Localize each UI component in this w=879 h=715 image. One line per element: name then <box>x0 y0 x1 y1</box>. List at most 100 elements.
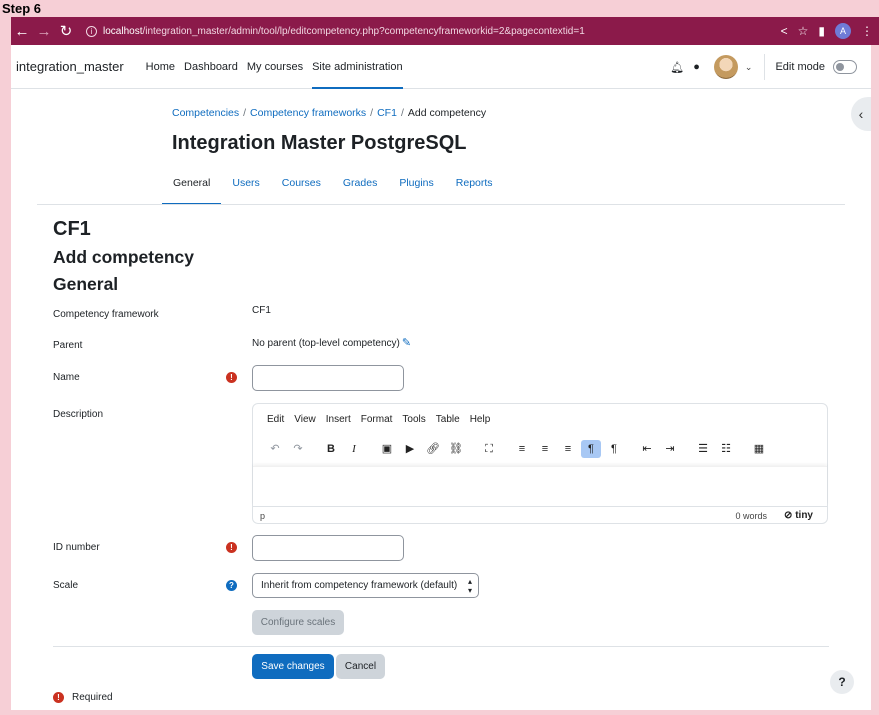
menu-tools[interactable]: Tools <box>402 414 425 425</box>
bookmark-star-icon[interactable]: ☆ <box>798 24 809 38</box>
description-editor: Edit View Insert Format Tools Table Help… <box>252 403 828 524</box>
address-bar[interactable]: i localhost/integration_master/admin/too… <box>86 21 766 41</box>
configure-scales-button[interactable]: Configure scales <box>252 610 344 635</box>
save-changes-button[interactable]: Save changes <box>252 654 334 679</box>
link-icon[interactable]: 🔗︎ <box>423 440 443 458</box>
name-input[interactable] <box>252 365 404 391</box>
breadcrumb: Competencies / Competency frameworks / CF1/A… <box>172 107 487 119</box>
add-competency-heading: Add competency <box>53 247 194 267</box>
menu-format[interactable]: Format <box>361 414 393 425</box>
parent-row: No parent (top-level competency) ✎ <box>252 336 411 349</box>
tab-courses[interactable]: Courses <box>271 165 332 205</box>
tabs-divider <box>37 204 845 205</box>
site-info-icon[interactable]: i <box>86 25 97 37</box>
side-panel-icon[interactable]: ▮ <box>818 24 825 38</box>
help-icon[interactable]: ? <box>226 580 237 591</box>
align-left-icon[interactable]: ≡ <box>512 440 532 458</box>
scale-label: Scale <box>53 580 79 591</box>
bold-icon[interactable]: B <box>321 440 341 458</box>
rtl-icon[interactable]: ¶ <box>604 440 624 458</box>
menu-insert[interactable]: Insert <box>326 414 351 425</box>
tab-reports[interactable]: Reports <box>445 165 504 205</box>
cancel-button[interactable]: Cancel <box>336 654 385 679</box>
parent-value: No parent (top-level competency) <box>252 338 400 349</box>
breadcrumb-current: Add competency <box>407 107 487 119</box>
back-icon[interactable]: ← <box>11 23 33 40</box>
chevron-down-icon[interactable]: ⌄ <box>745 62 753 73</box>
edit-mode-label: Edit mode <box>775 61 825 73</box>
ltr-icon[interactable]: ¶ <box>581 440 601 458</box>
messages-icon[interactable]: ● <box>693 61 700 73</box>
nav-my-courses[interactable]: My courses <box>247 45 303 89</box>
fullscreen-icon[interactable]: ⛶ <box>479 440 499 458</box>
menu-view[interactable]: View <box>294 414 316 425</box>
name-label: Name <box>53 372 80 383</box>
editor-content-area[interactable] <box>253 466 827 506</box>
url-host: localhost <box>103 25 143 37</box>
scale-select[interactable]: Inherit from competency framework (defau… <box>252 573 479 598</box>
required-icon: ! <box>53 692 64 703</box>
url-path: /integration_master/admin/tool/lp/editco… <box>142 25 585 37</box>
scale-select-value: Inherit from competency framework (defau… <box>261 580 458 591</box>
nav-site-administration[interactable]: Site administration <box>312 45 403 89</box>
user-avatar[interactable] <box>713 55 738 79</box>
reload-icon[interactable]: ↻ <box>55 22 77 40</box>
numbered-list-icon[interactable]: ☷ <box>716 440 736 458</box>
breadcrumb-competencies[interactable]: Competencies <box>172 107 239 119</box>
share-icon[interactable]: < <box>781 24 788 38</box>
editor-toolbar: ↶ ↷ B I ▣ ▶ 🔗︎ ⛓ ⛶ ≡ ≡ ≡ ¶ ¶ ⇤ ⇥ ☰ ☷ ▦ <box>265 439 772 459</box>
calculator-icon[interactable]: ▦ <box>749 440 769 458</box>
step-label: Step 6 <box>2 1 42 16</box>
idnumber-label: ID number <box>53 542 100 553</box>
notification-bell-icon[interactable]: 🔔︎ <box>670 61 684 74</box>
page-title: Integration Master PostgreSQL <box>172 132 467 154</box>
framework-label: Competency framework <box>53 309 159 320</box>
bullet-list-icon[interactable]: ☰ <box>693 440 713 458</box>
browser-profile-avatar[interactable]: A <box>835 23 851 39</box>
framework-heading: CF1 <box>53 218 91 240</box>
unlink-icon[interactable]: ⛓ <box>446 440 466 458</box>
page: integration_master Home Dashboard My cou… <box>11 45 871 710</box>
undo-icon[interactable]: ↶ <box>265 440 285 458</box>
top-navbar: integration_master Home Dashboard My cou… <box>11 45 871 89</box>
framework-value: CF1 <box>252 305 271 316</box>
menu-help[interactable]: Help <box>470 414 491 425</box>
tab-grades[interactable]: Grades <box>332 165 388 205</box>
idnumber-input[interactable] <box>252 535 404 561</box>
edit-mode-toggle[interactable] <box>833 60 857 74</box>
media-icon[interactable]: ▶ <box>400 440 420 458</box>
browser-menu-icon[interactable]: ⋮ <box>861 24 873 38</box>
outdent-icon[interactable]: ⇤ <box>637 440 657 458</box>
tiny-logo: ⊘ tiny <box>784 510 813 521</box>
redo-icon[interactable]: ↷ <box>288 440 308 458</box>
help-footer-button[interactable]: ? <box>830 670 854 694</box>
site-name[interactable]: integration_master <box>16 59 124 74</box>
tab-plugins[interactable]: Plugins <box>388 165 444 205</box>
open-drawer-chevron-left-icon[interactable]: ‹ <box>851 97 871 131</box>
breadcrumb-competency-frameworks[interactable]: Competency frameworks <box>250 107 366 119</box>
align-center-icon[interactable]: ≡ <box>535 440 555 458</box>
word-count[interactable]: 0 words <box>735 511 767 521</box>
divider <box>764 54 766 80</box>
indent-icon[interactable]: ⇥ <box>660 440 680 458</box>
forward-icon[interactable]: → <box>33 23 55 40</box>
tab-users[interactable]: Users <box>221 165 270 205</box>
required-icon: ! <box>226 542 237 553</box>
nav-dashboard[interactable]: Dashboard <box>184 45 238 89</box>
align-right-icon[interactable]: ≡ <box>558 440 578 458</box>
menu-edit[interactable]: Edit <box>267 414 284 425</box>
editor-menubar: Edit View Insert Format Tools Table Help <box>267 414 490 425</box>
element-path[interactable]: p <box>260 511 265 521</box>
breadcrumb-cf1[interactable]: CF1 <box>377 107 397 119</box>
italic-icon[interactable]: I <box>344 440 364 458</box>
edit-pencil-icon[interactable]: ✎ <box>402 337 411 349</box>
menu-table[interactable]: Table <box>436 414 460 425</box>
select-arrows-icon: ▴ ▾ <box>467 577 472 595</box>
image-icon[interactable]: ▣ <box>377 440 397 458</box>
tab-general[interactable]: General <box>162 165 222 205</box>
description-label: Description <box>53 409 104 420</box>
required-icon: ! <box>226 372 237 383</box>
nav-home[interactable]: Home <box>146 45 175 89</box>
section-general-heading: General <box>53 274 119 294</box>
browser-toolbar: ← → ↻ i localhost/integration_master/adm… <box>11 17 879 45</box>
